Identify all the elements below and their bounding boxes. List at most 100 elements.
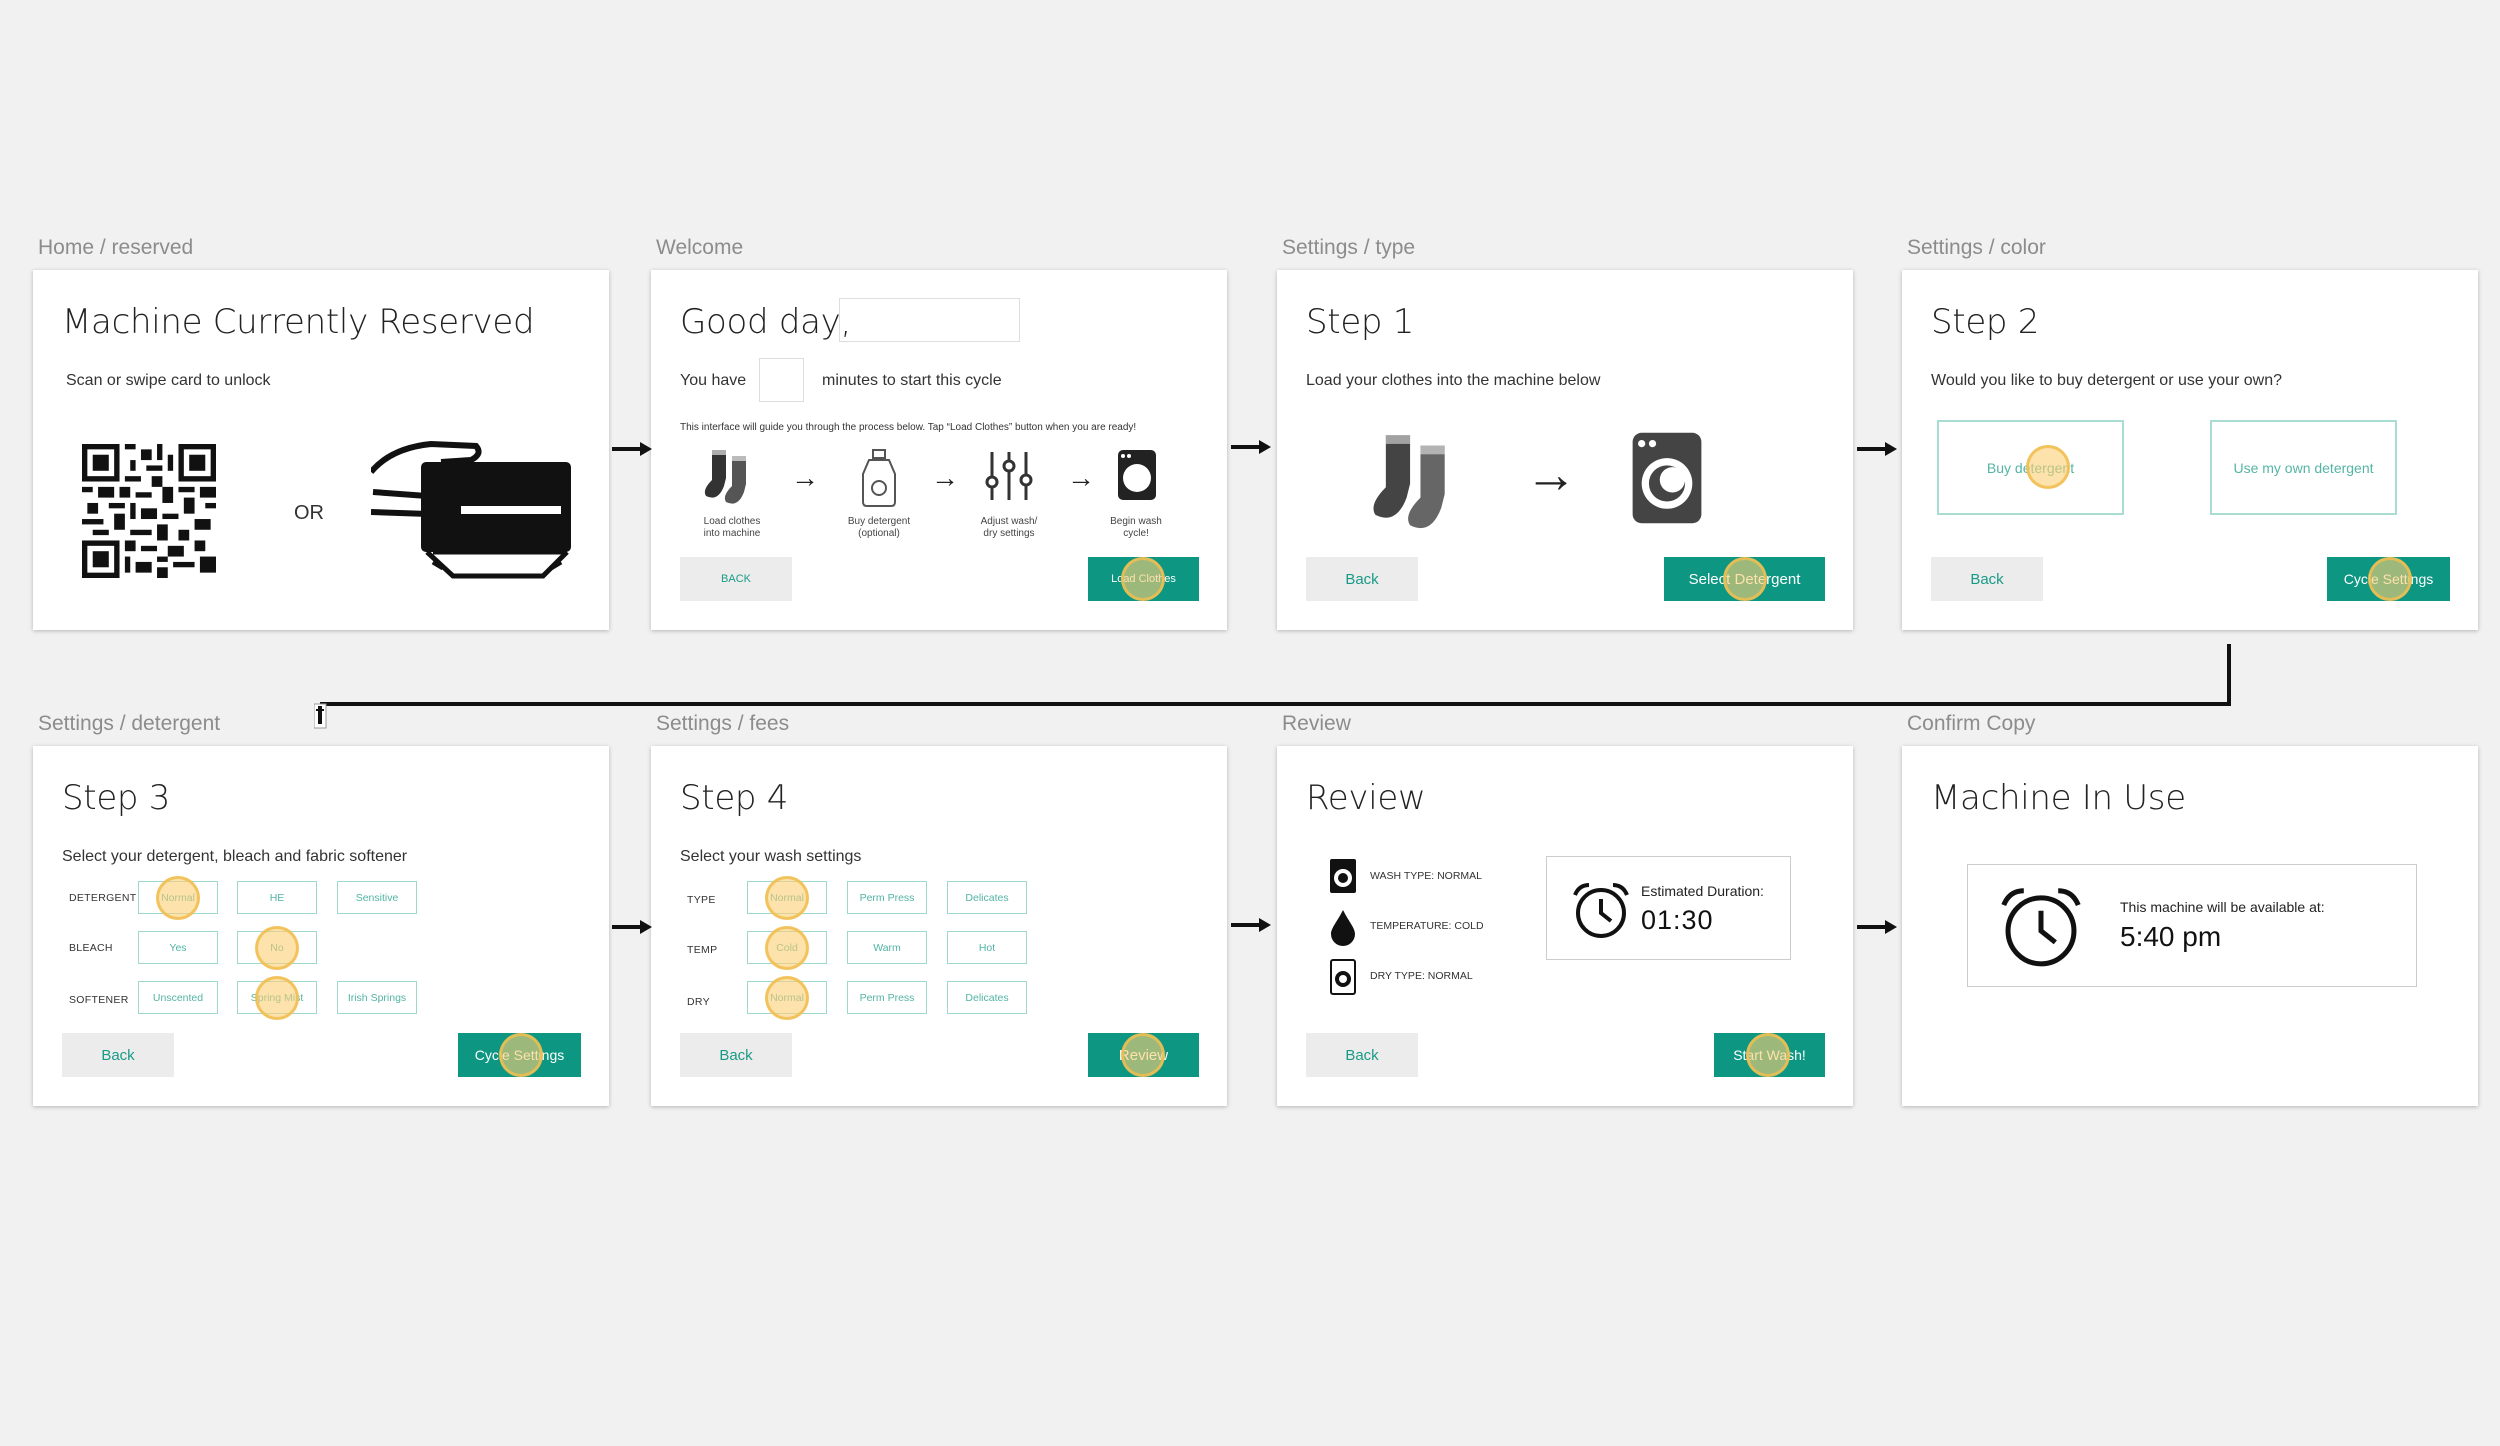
step-caption-detergent: Buy detergent (optional) <box>847 516 911 539</box>
arrow-right-icon: → <box>931 462 959 493</box>
option-no[interactable]: No <box>237 931 317 964</box>
option-normal[interactable]: Normal <box>747 881 827 914</box>
flow-arrow-icon <box>1231 440 1271 454</box>
cycle-settings-button[interactable]: Cycle Settings <box>458 1033 581 1077</box>
alarm-clock-icon <box>1573 883 1629 938</box>
back-button[interactable]: Back <box>1306 1033 1418 1077</box>
screen-review: Review WASH TYPE: NORMAL TEMPERATURE: CO… <box>1277 746 1853 1106</box>
dryer-icon <box>1330 959 1356 995</box>
step-instruction: Select your detergent, bleach and fabric… <box>62 848 408 865</box>
page-title: Good day, <box>680 302 851 342</box>
cycle-settings-button[interactable]: Cycle Settings <box>2327 557 2450 601</box>
option-perm-press[interactable]: Perm Press <box>847 881 927 914</box>
screen-home-reserved: Machine Currently Reserved Scan or swipe… <box>33 270 609 630</box>
guide-text: This interface will guide you through th… <box>680 422 1137 433</box>
row-label-softener: SOFTENER <box>69 994 129 1006</box>
back-button[interactable]: Back <box>680 1033 792 1077</box>
back-button[interactable]: Back <box>1931 557 2043 601</box>
sliders-icon <box>985 452 1033 500</box>
duration-label: Estimated Duration: <box>1641 883 1764 899</box>
screen-machine-in-use: Machine In Use This machine will be avai… <box>1902 746 2478 1106</box>
minutes-field[interactable] <box>759 358 804 402</box>
row-label-temp: TEMP <box>687 944 718 956</box>
screen-step-2: Step 2 Would you like to buy detergent o… <box>1902 270 2478 630</box>
start-wash-button[interactable]: Start Wash! <box>1714 1033 1825 1077</box>
review-button[interactable]: Review <box>1088 1033 1199 1077</box>
availability-box: This machine will be available at: 5:40 … <box>1967 864 2417 987</box>
option-sensitive[interactable]: Sensitive <box>337 881 417 914</box>
option-he[interactable]: HE <box>237 881 317 914</box>
minutes-label: minutes to start this cycle <box>822 372 1002 389</box>
arrow-right-icon: → <box>1067 462 1095 493</box>
availability-label: This machine will be available at: <box>2120 899 2325 915</box>
summary-temperature: TEMPERATURE: COLD <box>1370 920 1484 932</box>
page-title: Machine In Use <box>1931 778 2186 818</box>
step-instruction: Select your wash settings <box>680 848 862 865</box>
frame-label-settings-fees: Settings / fees <box>656 712 790 735</box>
step-caption-load: Load clothes into machine <box>703 516 761 539</box>
back-button[interactable]: Back <box>62 1033 174 1077</box>
flow-arrow-icon <box>1857 920 1897 934</box>
screen-step-1: Step 1 Load your clothes into the machin… <box>1277 270 1853 630</box>
option-spring-mist[interactable]: Spring Mist <box>237 981 317 1014</box>
load-clothes-button[interactable]: Load Clothes <box>1088 557 1199 601</box>
option-delicates[interactable]: Delicates <box>947 981 1027 1014</box>
flow-arrow-icon <box>612 442 652 456</box>
screen-welcome: Good day, You have minutes to start this… <box>651 270 1227 630</box>
or-separator: OR <box>294 502 324 524</box>
option-cold[interactable]: Cold <box>747 931 827 964</box>
page-title: Step 4 <box>680 778 789 818</box>
duration-box: Estimated Duration: 01:30 <box>1546 856 1791 960</box>
page-title: Step 2 <box>1931 302 2040 342</box>
option-unscented[interactable]: Unscented <box>138 981 218 1014</box>
option-warm[interactable]: Warm <box>847 931 927 964</box>
frame-label-welcome: Welcome <box>656 236 744 259</box>
step-instruction: Load your clothes into the machine below <box>1306 372 1601 389</box>
washing-machine-icon <box>1118 450 1156 500</box>
page-title: Machine Currently Reserved <box>62 302 535 342</box>
unlock-instruction: Scan or swipe card to unlock <box>66 372 271 389</box>
row-label-bleach: BLEACH <box>69 942 113 954</box>
step-instruction: Would you like to buy detergent or use y… <box>1931 372 2283 389</box>
option-yes[interactable]: Yes <box>138 931 218 964</box>
frame-label-settings-detergent: Settings / detergent <box>38 712 221 735</box>
buy-detergent-option[interactable]: Buy detergent <box>1937 420 2124 515</box>
you-have-label: You have <box>680 372 747 389</box>
page-title: Step 1 <box>1306 302 1415 342</box>
duration-value: 01:30 <box>1641 905 1714 935</box>
summary-wash-type: WASH TYPE: NORMAL <box>1370 870 1483 882</box>
frame-label-review: Review <box>1282 712 1351 735</box>
summary-dry-type: DRY TYPE: NORMAL <box>1370 970 1473 982</box>
page-title: Step 3 <box>62 778 171 818</box>
back-button[interactable]: Back <box>1306 557 1418 601</box>
frame-label-confirm: Confirm Copy <box>1907 712 2036 735</box>
frame-label-settings-color: Settings / color <box>1907 236 2046 259</box>
flow-arrow-icon <box>1231 918 1271 932</box>
own-detergent-option[interactable]: Use my own detergent <box>2210 420 2397 515</box>
detergent-bottle-icon <box>862 449 896 507</box>
step-caption-begin: Begin wash cycle! <box>1110 516 1162 539</box>
washing-machine-icon <box>1632 432 1702 524</box>
alarm-clock-icon <box>2001 888 2081 967</box>
option-perm-press[interactable]: Perm Press <box>847 981 927 1014</box>
page-title: Review <box>1306 778 1426 818</box>
qr-code-icon[interactable] <box>82 444 216 578</box>
back-button[interactable]: BACK <box>680 557 792 601</box>
name-field[interactable] <box>839 298 1020 342</box>
socks-icon <box>1373 435 1445 529</box>
flow-arrow-icon <box>1857 442 1897 456</box>
option-normal[interactable]: Normal <box>747 981 827 1014</box>
screen-step-4: Step 4 Select your wash settings TYPE No… <box>651 746 1227 1106</box>
card-swipe-icon[interactable] <box>371 436 581 594</box>
frame-label-home: Home / reserved <box>38 236 194 259</box>
option-hot[interactable]: Hot <box>947 931 1027 964</box>
step-caption-adjust: Adjust wash/dry settings <box>980 516 1038 539</box>
option-normal[interactable]: Normal <box>138 881 218 914</box>
water-drop-icon <box>1331 910 1355 946</box>
option-irish-springs[interactable]: Irish Springs <box>337 981 417 1014</box>
row-label-detergent: DETERGENT <box>69 892 137 904</box>
flow-arrow-icon <box>612 920 652 934</box>
select-detergent-button[interactable]: Select Detergent <box>1664 557 1825 601</box>
option-delicates[interactable]: Delicates <box>947 881 1027 914</box>
arrow-right-icon: → <box>1525 446 1577 504</box>
